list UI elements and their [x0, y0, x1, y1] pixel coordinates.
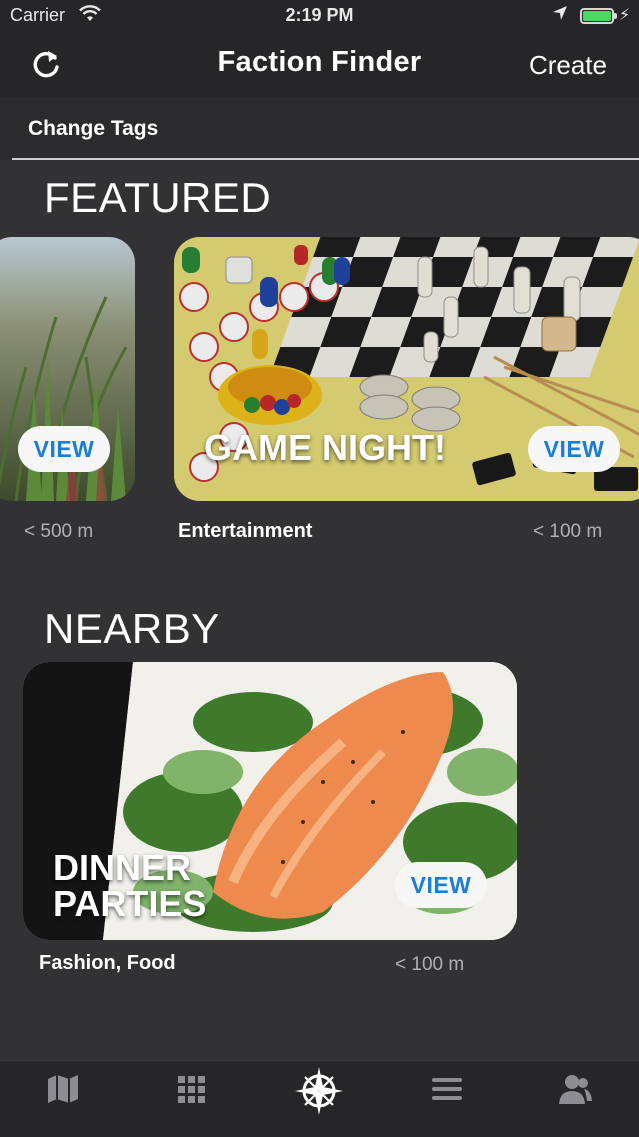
- create-button[interactable]: Create: [529, 50, 607, 81]
- view-button[interactable]: VIEW: [395, 862, 487, 908]
- featured-heading: FEATURED: [44, 174, 272, 221]
- card-title-line1: DINNER: [53, 847, 192, 888]
- tab-compass[interactable]: [289, 1065, 349, 1121]
- battery-icon: [580, 8, 617, 24]
- card-title-line2: PARTIES: [53, 883, 207, 924]
- view-button[interactable]: VIEW: [18, 426, 110, 472]
- category-label: Entertainment: [178, 520, 313, 542]
- nearby-heading: NEARBY: [44, 605, 220, 652]
- card-title: DINNER PARTIES: [53, 850, 206, 922]
- tab-people[interactable]: [545, 1071, 605, 1127]
- view-button[interactable]: VIEW: [528, 426, 620, 472]
- location-arrow-icon: [551, 4, 569, 27]
- nearby-card-dinner-parties[interactable]: DINNER PARTIES VIEW: [23, 662, 517, 940]
- distance-label: < 100 m: [533, 521, 603, 542]
- tab-grid[interactable]: [161, 1071, 221, 1127]
- category-label: Fashion, Food: [39, 952, 176, 974]
- compass-icon: [295, 1067, 343, 1115]
- navigation-bar: Faction Finder Create: [0, 32, 639, 98]
- change-tags-button[interactable]: Change Tags: [28, 117, 158, 141]
- distance-label: < 500 m: [24, 521, 94, 542]
- people-icon: [559, 1075, 592, 1104]
- status-bar: Carrier 2:19 PM ⚡: [0, 0, 639, 32]
- tab-map[interactable]: [33, 1071, 93, 1127]
- divider: [12, 158, 639, 160]
- featured-card-game-night[interactable]: GAME NIGHT! VIEW: [174, 237, 639, 501]
- status-time: 2:19 PM: [285, 5, 354, 25]
- map-icon: [48, 1075, 78, 1103]
- charging-bolt-icon: ⚡: [619, 7, 631, 24]
- list-icon: [432, 1078, 462, 1100]
- card-title: GAME NIGHT!: [204, 427, 446, 468]
- featured-card-grass[interactable]: VIEW: [0, 237, 135, 501]
- grid-icon: [178, 1076, 205, 1103]
- distance-label: < 100 m: [395, 954, 465, 975]
- tab-list[interactable]: [417, 1071, 477, 1127]
- tags-bar: Change Tags: [0, 98, 639, 160]
- tab-bar: [0, 1060, 639, 1137]
